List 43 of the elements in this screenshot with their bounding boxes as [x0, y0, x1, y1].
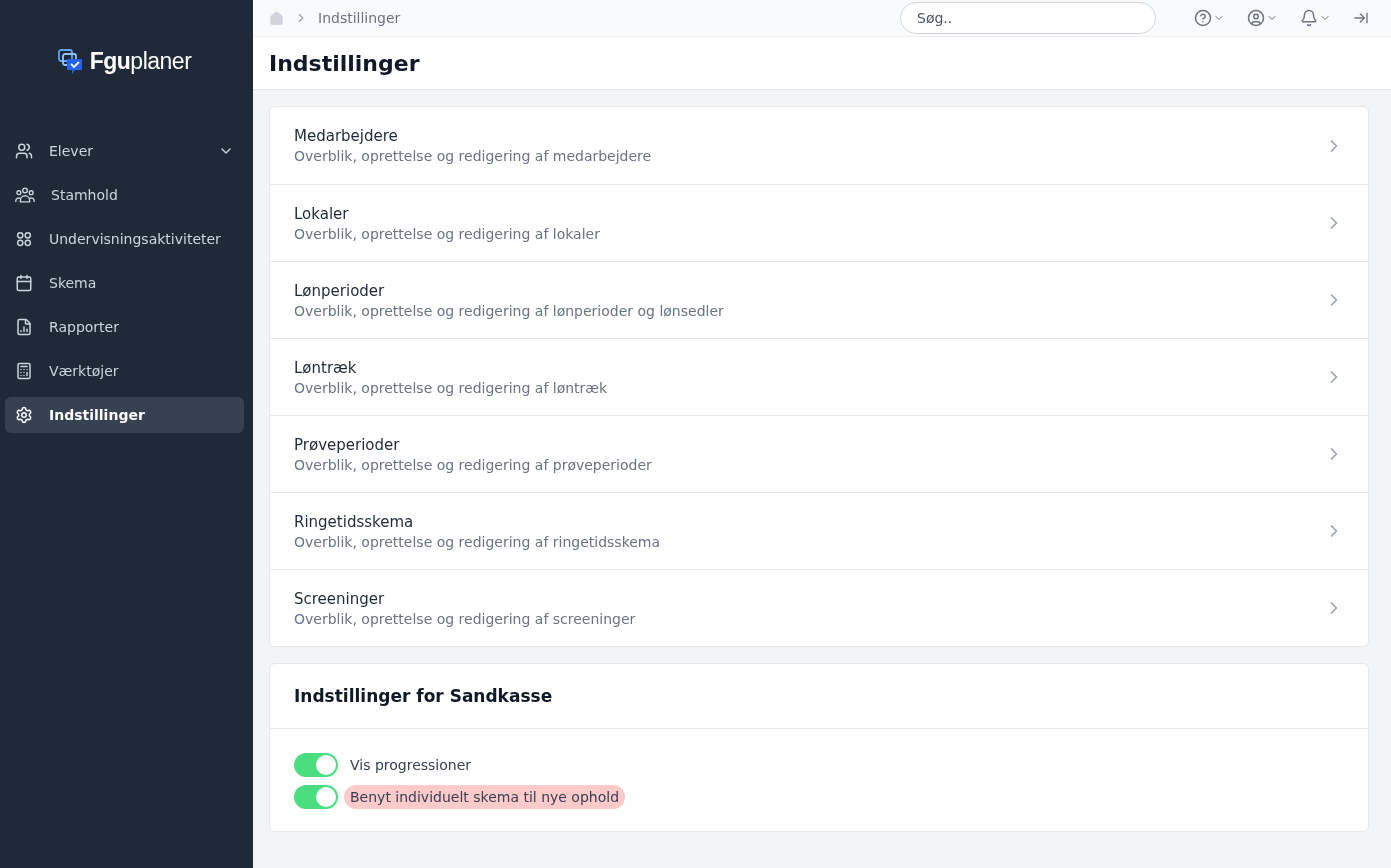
user-icon: [1247, 9, 1265, 27]
home-icon[interactable]: [269, 10, 284, 26]
setting-title[interactable]: Ringetidsskema: [294, 512, 1324, 531]
sidebar-item[interactable]: Undervisningsaktiviteter: [5, 221, 244, 257]
sidebar-item[interactable]: Elever: [5, 133, 244, 169]
bell-icon: [1300, 9, 1318, 27]
toggle-switch[interactable]: [294, 785, 338, 809]
page-title: Indstillinger: [269, 51, 421, 76]
search-field[interactable]: Søg..: [900, 2, 1156, 34]
setting-title[interactable]: Løntræk: [294, 358, 1324, 377]
setting-description: Overblik, oprettelse og redigering af medarbejdere: [294, 148, 653, 164]
grid-icon: [15, 230, 33, 248]
breadcrumb[interactable]: Indstillinger: [318, 10, 890, 26]
report-icon: [15, 318, 33, 336]
setting-title[interactable]: Lønperioder: [294, 281, 1324, 300]
sidebar-item[interactable]: Stamhold: [5, 177, 244, 213]
logo-text: Fguplaner: [89, 48, 192, 75]
sidebar-item[interactable]: Skema: [5, 265, 244, 301]
setting-description: Overblik, oprettelse og redigering af lønperioder og lønsedler: [294, 302, 725, 319]
setting-title[interactable]: Prøveperioder: [294, 435, 1324, 454]
settings-icon: [15, 406, 33, 424]
setting-description: Overblik, oprettelse og redigering af prøveperioder: [294, 456, 653, 473]
group-icon: [15, 186, 35, 204]
sidebar-item[interactable]: Værktøjer: [5, 353, 244, 389]
setting-title[interactable]: Medarbejdere: [294, 127, 1324, 145]
toggle-label: Vis progressioner: [349, 756, 473, 775]
calculator-icon: [15, 362, 33, 380]
sidebar-item[interactable]: Indstillinger: [5, 397, 244, 433]
setting-description: Overblik, oprettelse og redigering af løntræk: [294, 379, 609, 396]
help-icon: [1194, 9, 1212, 27]
setting-title[interactable]: Screeninger: [294, 589, 1324, 608]
setting-title[interactable]: Lokaler: [294, 204, 1324, 223]
arrow-to-line-icon: [1353, 10, 1369, 26]
setting-description: Overblik, oprettelse og redigering af screeninger: [294, 610, 637, 627]
card-title: Indstillinger for Sandkasse: [270, 664, 1368, 729]
sidebar-item[interactable]: Rapporter: [5, 309, 244, 345]
toggle-switch[interactable]: [294, 753, 338, 777]
users-icon: [15, 142, 33, 160]
calendar-icon: [15, 274, 33, 292]
logo-icon: [57, 48, 84, 75]
setting-description: Overblik, oprettelse og redigering af lokaler: [294, 225, 601, 242]
setting-description: Overblik, oprettelse og redigering af ringetidsskema: [294, 533, 662, 550]
toggle-label: Benyt individuelt skema til nye ophold: [344, 785, 626, 809]
